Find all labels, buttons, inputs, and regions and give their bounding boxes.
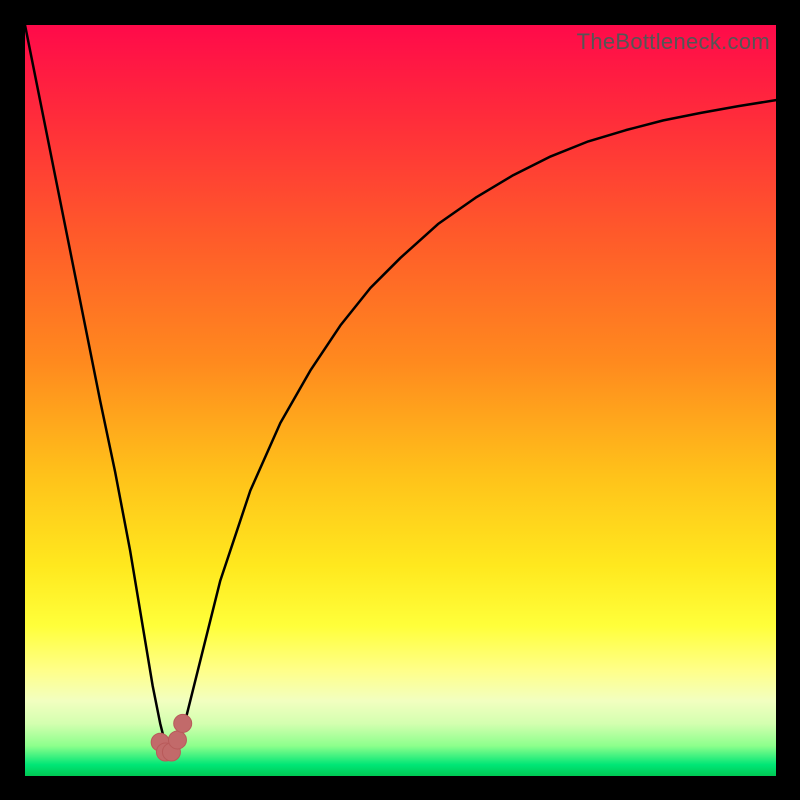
watermark-text: TheBottleneck.com xyxy=(577,29,770,55)
bottleneck-curve xyxy=(25,25,776,753)
chart-frame: TheBottleneck.com xyxy=(0,0,800,800)
plot-area: TheBottleneck.com xyxy=(25,25,776,776)
optimal-marker xyxy=(174,714,192,732)
curve-layer xyxy=(25,25,776,776)
optimal-marker xyxy=(168,731,186,749)
optimal-markers xyxy=(151,714,192,761)
